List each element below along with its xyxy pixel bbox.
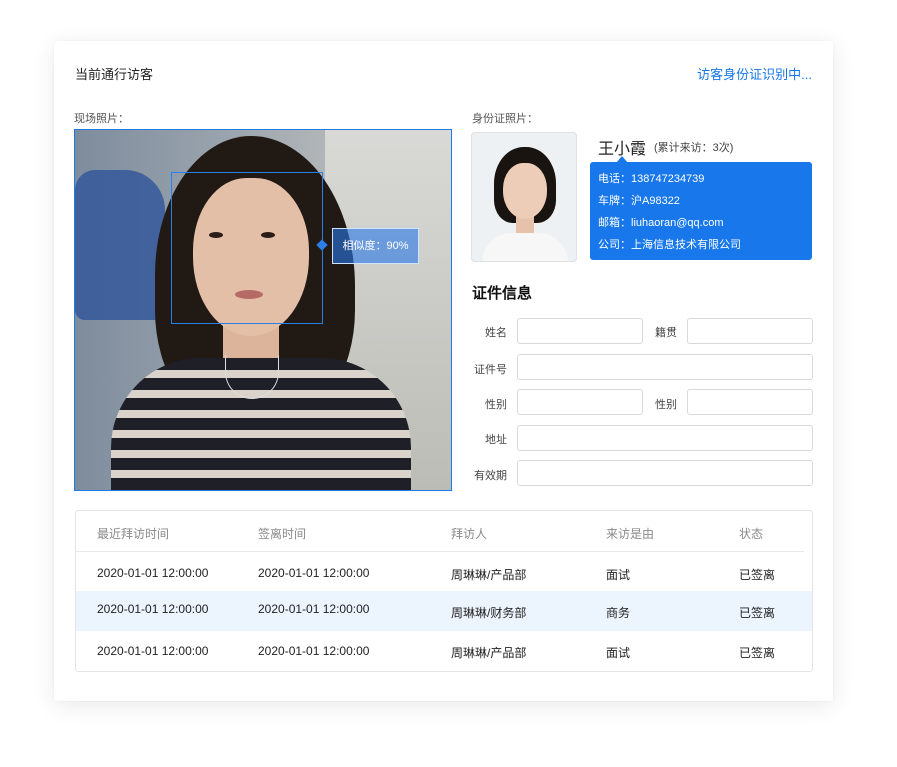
gender-label: 性别 xyxy=(485,399,507,411)
table-cell: 2020-01-01 12:00:00 xyxy=(258,602,370,616)
visitor-company: 公司：上海信息技术有限公司 xyxy=(598,239,741,251)
id-recognition-status-link[interactable]: 访客身份证识别中... xyxy=(697,64,812,83)
visit-count: (累计来访：3次) xyxy=(654,142,734,154)
origin-field[interactable] xyxy=(687,318,813,344)
table-cell: 周琳琳/产品部 xyxy=(451,568,527,582)
col-header-signout-time: 签离时间 xyxy=(258,527,307,541)
address-field[interactable] xyxy=(517,425,813,451)
table-cell: 2020-01-01 12:00:00 xyxy=(97,602,209,616)
table-cell: 面试 xyxy=(606,646,631,660)
table-cell: 2020-01-01 12:00:00 xyxy=(258,566,370,580)
address-label: 地址 xyxy=(485,434,507,446)
id-card-photo xyxy=(471,132,577,262)
id-number-label: 证件号 xyxy=(474,364,507,376)
face-detection-box xyxy=(171,172,323,324)
table-cell: 2020-01-01 12:00:00 xyxy=(258,644,370,658)
id-photo-label: 身份证照片： xyxy=(472,113,538,125)
table-cell: 已签离 xyxy=(739,568,776,582)
name-field[interactable] xyxy=(517,318,643,344)
visitor-plate: 车牌：沪A98322 xyxy=(598,195,680,207)
gender-field-2[interactable] xyxy=(687,389,813,415)
col-header-host: 拜访人 xyxy=(451,527,488,541)
visitor-info-box: 电话：13874723​4739 车牌：沪A98322 邮箱：liuhaoran… xyxy=(590,162,812,260)
col-header-status: 状态 xyxy=(739,527,764,541)
col-header-reason: 来访是由 xyxy=(606,527,655,541)
live-photo-label: 现场照片： xyxy=(74,113,129,125)
gender-field[interactable] xyxy=(517,389,643,415)
card-title: 当前通行访客 xyxy=(75,67,154,82)
visitor-card: 当前通行访客 访客身份证识别中... 现场照片： 身份证照片： 相似度：90% … xyxy=(54,41,833,701)
table-cell: 已签离 xyxy=(739,606,776,620)
visit-history-table: 最近拜访时间 签离时间 拜访人 来访是由 状态 2020-01-01 12:00… xyxy=(75,510,813,672)
table-cell: 面试 xyxy=(606,568,631,582)
table-row[interactable]: 2020-01-01 12:00:00 2020-01-01 12:00:00 … xyxy=(76,591,812,631)
table-cell: 周琳琳/财务部 xyxy=(451,606,527,620)
cert-info-title: 证件信息 xyxy=(472,285,533,302)
col-header-last-visit: 最近拜访时间 xyxy=(97,527,170,541)
origin-label: 籍贯 xyxy=(655,327,677,339)
name-label: 姓名 xyxy=(485,327,507,339)
table-row[interactable]: 2020-01-01 12:00:00 2020-01-01 12:00:00 … xyxy=(76,552,812,592)
validity-label: 有效期 xyxy=(474,470,507,482)
visitor-email: 邮箱：liuhaoran@qq.com xyxy=(598,217,724,229)
table-cell: 2020-01-01 12:00:00 xyxy=(97,566,209,580)
visitor-phone: 电话：13874723​4739 xyxy=(598,173,705,185)
similarity-tag: 相似度：90% xyxy=(332,228,419,264)
gender-label-2: 性别 xyxy=(655,399,677,411)
table-cell: 2020-01-01 12:00:00 xyxy=(97,644,209,658)
table-cell: 商务 xyxy=(606,606,631,620)
live-photo: 相似度：90% xyxy=(74,129,452,491)
id-number-field[interactable] xyxy=(517,354,813,380)
table-cell: 周琳琳/产品部 xyxy=(451,646,527,660)
table-cell: 已签离 xyxy=(739,646,776,660)
table-row[interactable]: 2020-01-01 12:00:00 2020-01-01 12:00:00 … xyxy=(76,631,812,671)
validity-field[interactable] xyxy=(517,460,813,486)
